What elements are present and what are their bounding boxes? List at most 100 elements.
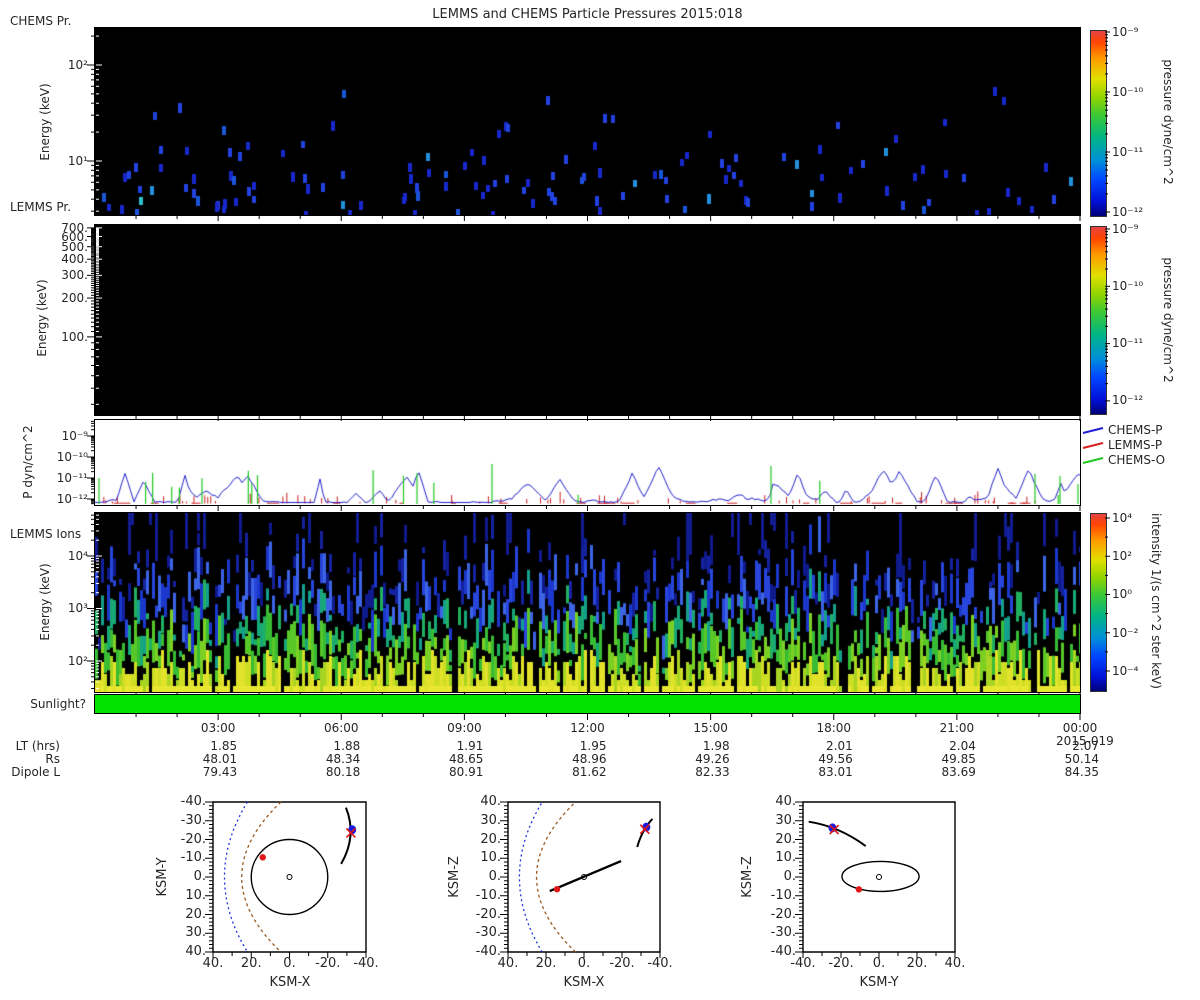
orbit-ytick-label: 40.	[775, 794, 796, 809]
page-title: LEMMS and CHEMS Particle Pressures 2015:…	[432, 7, 743, 22]
cb2-tick: 10⁻¹¹	[1112, 336, 1144, 350]
lemms-ytick: 200.	[61, 291, 88, 305]
legend-label-chems-o: CHEMS-O	[1108, 453, 1166, 467]
pressure-colorbar-2	[1090, 226, 1107, 415]
ephemeris-value: 50.14	[1064, 752, 1099, 766]
ephemeris-value: 49.85	[941, 752, 976, 766]
chems-ytick: 10¹	[67, 154, 88, 168]
ephemeris-value: 80.18	[325, 765, 361, 779]
cb2-tick: 10⁻¹⁰	[1112, 279, 1144, 293]
orbit-ytick-label: -40.	[180, 794, 206, 809]
lemms-panel-label: LEMMS Pr.	[10, 200, 72, 214]
cb4-tick: 10⁻²	[1112, 626, 1139, 640]
chems-energy-axis-label: Energy (keV)	[38, 83, 52, 161]
ephemeris-value: 81.62	[572, 765, 607, 779]
pressure-ytick: 10⁻¹⁰	[56, 450, 88, 464]
plot-page: LEMMS and CHEMS Particle Pressures 2015:…	[0, 0, 1200, 1000]
orbit3-xaxis-title: KSM-Y	[859, 975, 899, 990]
time-tick-label: 06:00	[323, 721, 359, 735]
sunlight-bar	[94, 694, 1081, 714]
time-tick-label: 00:00	[1062, 721, 1098, 735]
cb4-tick: 10²	[1112, 549, 1133, 563]
ephemeris-value: 48.34	[325, 752, 361, 766]
ephemeris-value: 83.01	[818, 765, 853, 779]
sunlight-label: Sunlight?	[30, 697, 86, 711]
time-tick-label: 09:00	[447, 721, 482, 735]
time-tick-label: 21:00	[939, 721, 975, 735]
lemms-ions-panel	[94, 512, 1081, 693]
pressure-ytick: 10⁻¹²	[56, 492, 88, 506]
cb4-tick: 10⁰	[1112, 587, 1133, 601]
orbit-ytick-label: -30.	[180, 812, 206, 828]
ephemeris-value: 1.95	[579, 739, 607, 753]
orbit-ytick-label: -10.	[770, 887, 796, 903]
cb4-tick: 10⁻⁴	[1112, 664, 1139, 678]
orbit-ytick-label: -20.	[770, 906, 796, 922]
cb1-tick: 10⁻¹⁰	[1112, 85, 1144, 99]
time-tick-label: 03:00	[200, 721, 236, 735]
ephemeris-value: 49.56	[818, 752, 853, 766]
orbit-ytick-label: 10.	[775, 850, 796, 866]
lemms-pressure-panel	[94, 224, 1081, 416]
pressure-ytick: 10⁻¹¹	[56, 471, 88, 485]
cb1-tick: 10⁻¹²	[1112, 205, 1144, 219]
ephemeris-value: 2.07	[1072, 739, 1099, 753]
orbit-ytick-label: 20.	[775, 831, 796, 847]
orbit3-yaxis-title: KSM-Z	[740, 856, 755, 898]
orbit2-xaxis-title: KSM-X	[563, 975, 605, 990]
orbit-ytick-label: 20.	[480, 831, 501, 847]
cb4-tick: 10⁴	[1112, 511, 1133, 525]
legend-label-lemms-p: LEMMS-P	[1108, 438, 1163, 452]
ephemeris-value: 83.69	[941, 765, 976, 779]
ephemeris-value: 49.26	[695, 752, 730, 766]
orbit-ytick-label: -20.	[475, 906, 501, 922]
time-tick-label: 15:00	[693, 721, 728, 735]
chems-pressure-panel	[94, 27, 1081, 216]
ephemeris-row-label-rs: Rs	[45, 752, 60, 766]
ions-ytick: 10³	[67, 601, 88, 615]
lemms-ytick: 400.	[61, 252, 88, 266]
orbit-ytick-label: -20.	[180, 831, 206, 847]
orbit1-xaxis-title: KSM-X	[269, 975, 311, 990]
orbit-xtick-label: 40.	[944, 956, 966, 971]
orbit-ytick-label: -10.	[180, 850, 206, 866]
orbit-ytick-label: 10.	[480, 850, 501, 866]
chems-panel-label: CHEMS Pr.	[10, 14, 72, 28]
orbit-ytick-label: 20.	[185, 906, 206, 922]
ephemeris-value: 1.98	[702, 739, 730, 753]
orbit-ytick-label: 40.	[480, 794, 501, 809]
ephemeris-value: 48.96	[572, 752, 607, 766]
pressure-lineplot-canvas	[95, 420, 1080, 505]
ephemeris-value: 48.01	[202, 752, 238, 766]
time-tick-label: 18:00	[816, 721, 852, 735]
lemms-ions-canvas	[95, 513, 1080, 692]
cb2-tick: 10⁻⁹	[1112, 222, 1139, 236]
ephemeris-value: 84.35	[1064, 765, 1099, 779]
ephemeris-value: 79.43	[202, 765, 238, 779]
intensity-colorbar-label: intensity 1/(s cm^2 ster keV)	[1149, 513, 1163, 689]
orbit-xtick-label: -40.	[647, 956, 673, 971]
ephemeris-row-label-lt: LT (hrs)	[15, 739, 60, 753]
orbit-ytick-label: 0.	[488, 869, 501, 884]
orbit-ytick-label: 30.	[185, 925, 206, 941]
ephemeris-value: 48.65	[449, 752, 484, 766]
cb1-tick: 10⁻⁹	[1112, 25, 1139, 39]
ephemeris-value: 80.91	[449, 765, 484, 779]
pressure-colorbar-label-2: pressure dyne/cm^2	[1161, 257, 1175, 383]
pressure-lineplot-panel	[94, 419, 1081, 506]
cb2-tick: 10⁻¹²	[1112, 393, 1144, 407]
orbit-ytick-label: 0.	[783, 869, 796, 884]
ephemeris-row-label-dipole: Dipole L	[11, 765, 60, 779]
ions-ytick: 10⁴	[67, 549, 88, 563]
ions-panel-label: LEMMS Ions	[10, 527, 82, 541]
ephemeris-value: 82.33	[695, 765, 730, 779]
chems-pressure-canvas	[95, 28, 1080, 215]
pressure-colorbar-label-1: pressure dyne/cm^2	[1161, 59, 1175, 185]
intensity-colorbar	[1090, 513, 1107, 692]
pressure-axis-label: P dyn/cm^2	[21, 425, 35, 499]
ephemeris-value: 1.91	[456, 739, 484, 753]
pressure-ytick: 10⁻⁹	[61, 429, 88, 443]
orbit-ytick-label: 10.	[185, 887, 206, 903]
orbit-ytick-label: -30.	[475, 925, 501, 941]
time-tick-label: 12:00	[570, 721, 605, 735]
